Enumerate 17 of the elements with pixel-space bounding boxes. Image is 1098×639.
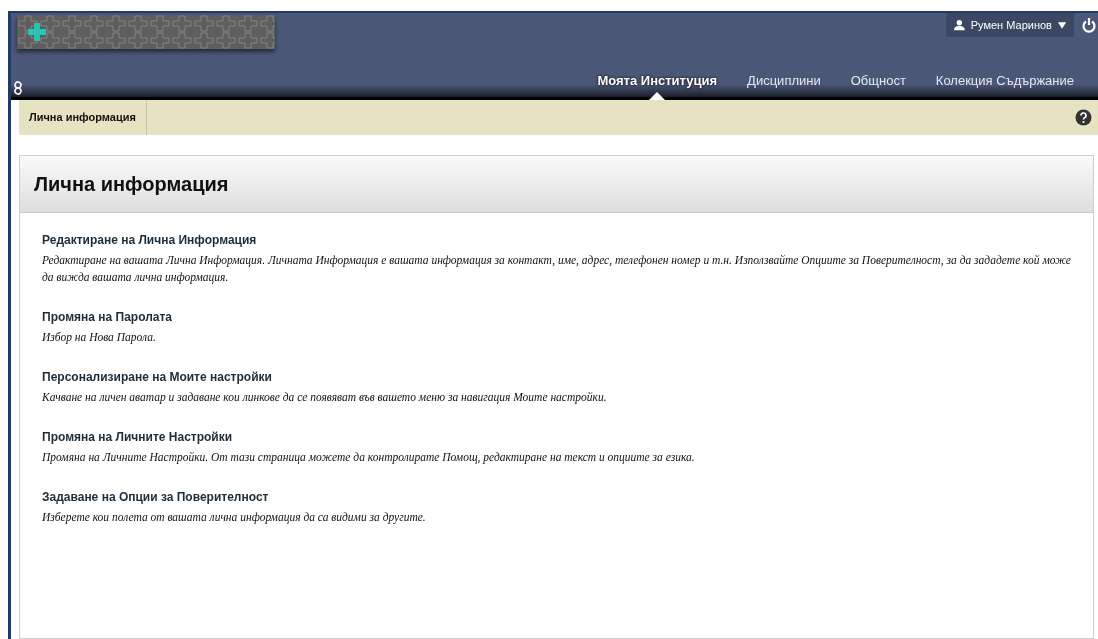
settings-link[interactable]: Редактиране на Лична Информация bbox=[42, 233, 1081, 247]
link-description: Промяна на Личните Настройки. От тази страница можете да контролирате Помощ, редактиране на текст и опциите за езика. bbox=[42, 450, 696, 466]
nav-tab[interactable]: Дисциплини bbox=[747, 73, 821, 97]
settings-link[interactable]: Промяна на Паролата bbox=[42, 310, 1081, 324]
page-title: Лична информация bbox=[34, 172, 229, 196]
link-description: Качване на личен аватар и задаване кои линкове да се появяват във вашето меню за навигация Моите настройки. bbox=[42, 390, 608, 406]
link-description: Изберете кои полета от вашата лична информация да са видими за другите. bbox=[42, 510, 427, 526]
link-description: Редактиране на вашата Лична Информация. Личната Информация е вашата информация за контакт, име, адрес, телефонен номер и т.н. Използвайте Опциите за Поверителност, за да зададете кой може да вижда вашата лична информация. bbox=[42, 253, 1072, 286]
nav-tab[interactable]: Общност bbox=[850, 73, 906, 97]
breadcrumb[interactable]: Лична информация bbox=[19, 100, 147, 135]
link-description: Избор на Нова Парола. bbox=[42, 330, 157, 346]
settings-link[interactable]: Персонализиране на Моите настройки bbox=[42, 370, 1081, 384]
user-menu-button[interactable]: Румен Маринов bbox=[946, 13, 1074, 37]
nav-tab[interactable]: Колекция Съдържание bbox=[935, 73, 1074, 97]
nav-tab[interactable]: Моята Институция bbox=[597, 73, 718, 97]
settings-link[interactable]: Промяна на Личните Настройки bbox=[42, 430, 1081, 444]
settings-link[interactable]: Задаване на Опции за Поверителност bbox=[42, 490, 1081, 504]
